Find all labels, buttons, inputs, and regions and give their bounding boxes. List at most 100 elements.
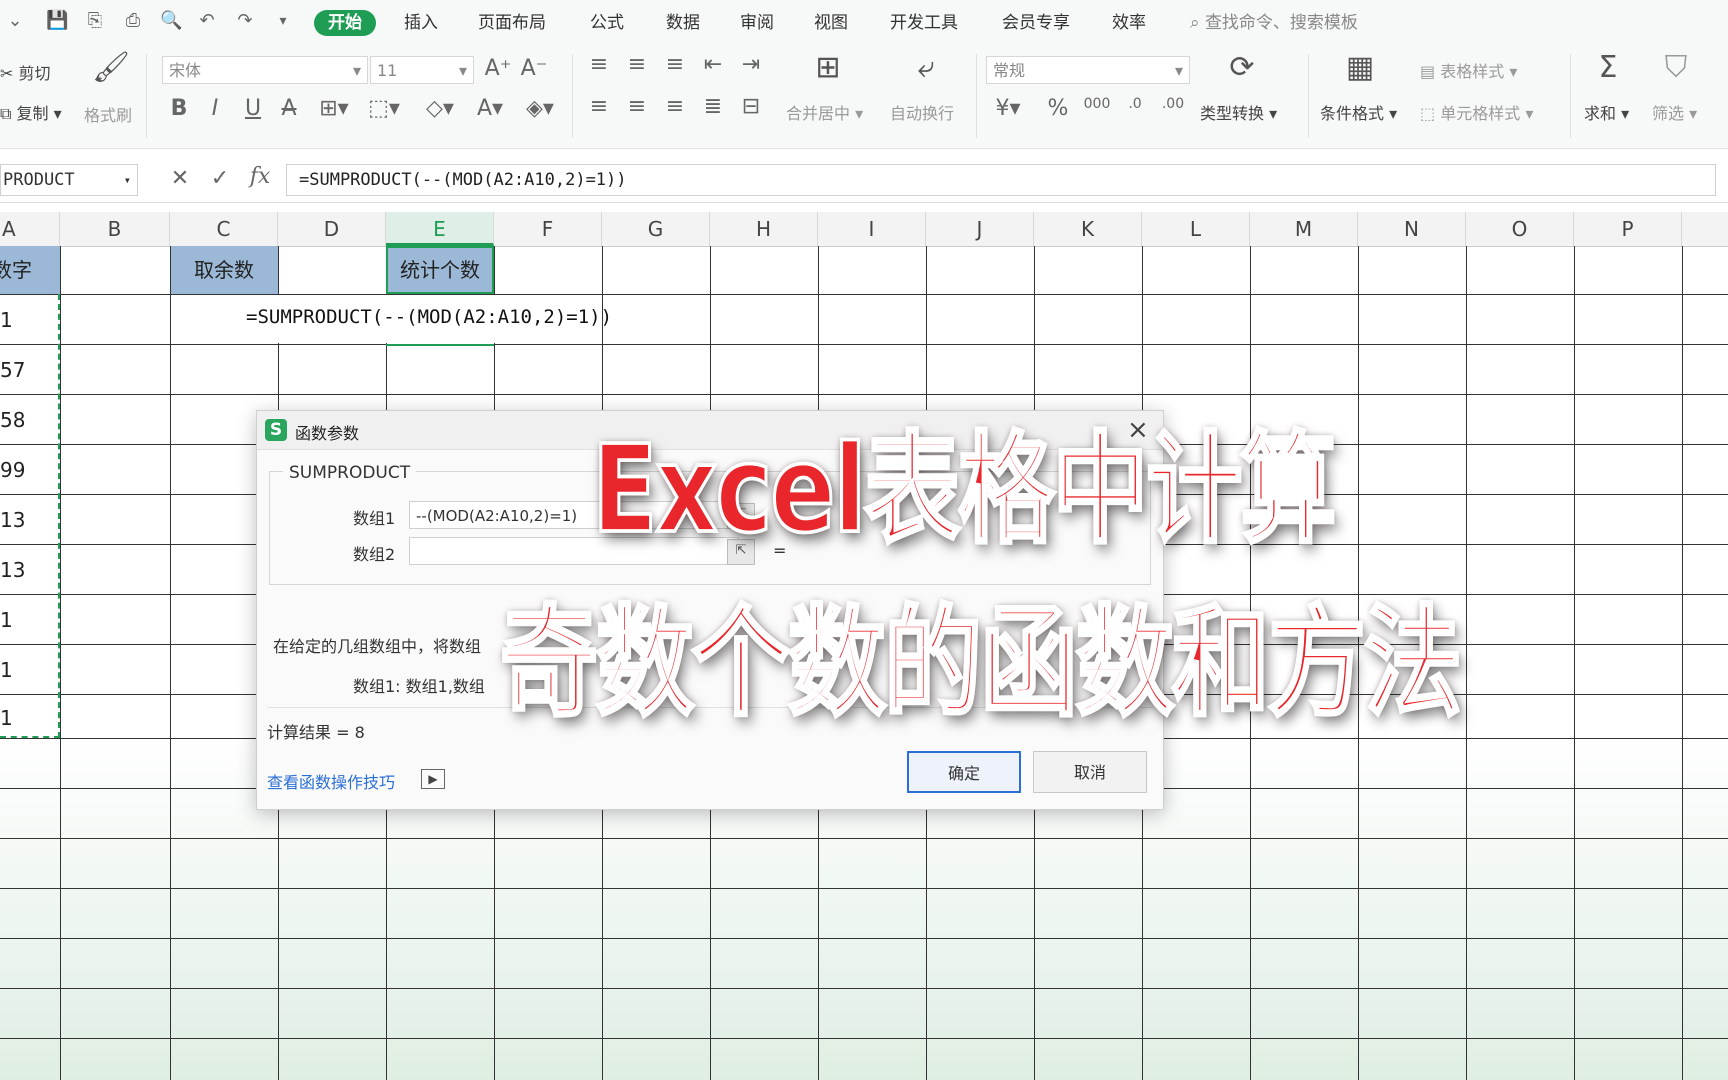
tab-view[interactable]: 视图 [814, 10, 848, 36]
align-right-icon[interactable]: ≡ [660, 94, 690, 119]
export-icon[interactable]: ⎘ [84, 10, 106, 32]
tab-efficiency[interactable]: 效率 [1112, 10, 1146, 36]
strikethrough-icon[interactable]: A [276, 96, 302, 121]
percent-icon[interactable]: % [1044, 96, 1072, 121]
copy-icon: ⧉ [0, 104, 12, 123]
cell-style-button[interactable]: ⬚ 单元格样式 ▾ [1420, 100, 1533, 124]
cancel-icon[interactable]: ✕ [166, 166, 194, 191]
column-header[interactable]: C [170, 212, 278, 246]
font-color-icon[interactable]: A▾ [470, 96, 510, 121]
align-top-icon[interactable]: ≡ [584, 52, 614, 77]
wrap-text-button[interactable]: 自动换行 [890, 100, 954, 124]
justify-icon[interactable]: ≣ [698, 94, 728, 119]
grid-line [1466, 246, 1467, 1080]
align-left-icon[interactable]: ≡ [584, 94, 614, 119]
save-icon[interactable]: 💾 [46, 10, 68, 32]
table-style-button[interactable]: ▤ 表格样式 ▾ [1420, 58, 1517, 82]
insert-function-icon[interactable]: fx [244, 164, 276, 189]
conditional-format-button[interactable]: 条件格式 ▾ [1320, 100, 1397, 124]
bold-icon[interactable]: B [166, 96, 192, 121]
column-header[interactable]: G [602, 212, 710, 246]
copy-button[interactable]: ⧉ 复制 ▾ [0, 100, 62, 124]
indent-increase-icon[interactable]: ⇥ [736, 52, 766, 77]
column-header[interactable]: A [0, 212, 60, 246]
tab-data[interactable]: 数据 [666, 10, 700, 36]
border-icon[interactable]: ⊞▾ [314, 96, 354, 121]
overlay-caption-line1: Excel表格中计算 [590, 418, 1337, 562]
column-header[interactable]: I [818, 212, 926, 246]
column-header[interactable]: O [1466, 212, 1574, 246]
sum-button[interactable]: 求和 ▾ [1584, 100, 1629, 124]
cell-style-fill-icon[interactable]: ⬚▾ [364, 96, 404, 121]
column-header[interactable]: D [278, 212, 386, 246]
column-header[interactable]: F [494, 212, 602, 246]
grid-line [0, 344, 1728, 345]
column-header[interactable]: N [1358, 212, 1466, 246]
font-size-select[interactable]: 11 ▾ [370, 56, 474, 84]
redo-icon[interactable]: ↷ [234, 10, 256, 32]
column-header[interactable]: K [1034, 212, 1142, 246]
customize-toolbar-icon[interactable]: ▾ [272, 10, 294, 32]
column-header[interactable]: H [710, 212, 818, 246]
column-headers: A B C D E F G H I J K L M N O P [0, 212, 1728, 247]
command-search[interactable]: ⌕ 查找命令、搜索模板 [1190, 10, 1358, 36]
video-tutorial-icon[interactable]: ▶ [421, 769, 445, 789]
tab-member[interactable]: 会员专享 [1002, 10, 1070, 36]
name-box[interactable]: PRODUCT ▾ [0, 164, 138, 196]
decrease-font-icon[interactable]: A⁻ [520, 56, 548, 81]
arg2-label: 数组2 [353, 545, 396, 564]
print-icon[interactable]: ⎙ [122, 10, 144, 32]
number-format-select[interactable]: 常规 ▾ [986, 56, 1190, 84]
align-center-icon[interactable]: ≡ [622, 94, 652, 119]
brush-icon: 🖌 [92, 50, 131, 85]
column-header[interactable]: P [1574, 212, 1682, 246]
currency-icon[interactable]: ¥▾ [990, 96, 1026, 121]
overlay-caption-line2: 奇数个数的函数和方法 [498, 592, 1463, 735]
cut-button[interactable]: ✂ 剪切 [0, 60, 51, 84]
underline-icon[interactable]: U [240, 96, 266, 121]
format-painter-button[interactable]: 格式刷 [84, 102, 132, 126]
chevron-down-icon: ▾ [123, 173, 131, 187]
undo-icon[interactable]: ↶ [196, 10, 218, 32]
column-header-selected[interactable]: E [386, 212, 494, 246]
distribute-icon[interactable]: ⊟ [736, 94, 766, 119]
column-header[interactable]: J [926, 212, 1034, 246]
cell-a1[interactable]: 数字 [0, 246, 60, 294]
increase-decimal-icon[interactable]: .0 [1118, 96, 1152, 112]
decrease-decimal-icon[interactable]: .00 [1156, 96, 1190, 112]
tab-home[interactable]: 开始 [314, 10, 376, 36]
tab-review[interactable]: 审阅 [740, 10, 774, 36]
formula-input[interactable]: =SUMPRODUCT(--(MOD(A2:A10,2)=1)) [286, 164, 1716, 196]
indent-decrease-icon[interactable]: ⇤ [698, 52, 728, 77]
thousands-separator-icon[interactable]: 000 [1080, 96, 1114, 112]
chevron-down-icon: ▾ [352, 61, 361, 80]
filter-button[interactable]: 筛选 ▾ [1652, 100, 1697, 124]
column-header[interactable]: L [1142, 212, 1250, 246]
merge-center-label: 合并居中 [786, 104, 851, 123]
print-preview-icon[interactable]: 🔍 [160, 10, 182, 32]
grid-line [0, 838, 1728, 839]
fill-color-icon[interactable]: ◇▾ [420, 96, 460, 121]
tab-developer[interactable]: 开发工具 [890, 10, 958, 36]
merge-center-button[interactable]: 合并居中 ▾ [786, 100, 863, 124]
column-header[interactable]: B [60, 212, 170, 246]
cell-c1[interactable]: 取余数 [170, 246, 278, 294]
type-convert-button[interactable]: 类型转换 ▾ [1200, 100, 1277, 124]
italic-icon[interactable]: I [202, 96, 228, 121]
chevron-down-icon[interactable]: ⌄ [4, 10, 26, 32]
align-middle-icon[interactable]: ≡ [622, 52, 652, 77]
filter-icon: ⛉ [1664, 50, 1688, 85]
tab-page-layout[interactable]: 页面布局 [478, 10, 546, 36]
tab-formulas[interactable]: 公式 [590, 10, 624, 36]
font-name-select[interactable]: 宋体 ▾ [162, 56, 368, 84]
chevron-down-icon: ▾ [458, 61, 467, 80]
increase-font-icon[interactable]: A⁺ [484, 56, 512, 81]
clear-format-icon[interactable]: ◈▾ [520, 96, 560, 121]
column-header[interactable]: M [1250, 212, 1358, 246]
cancel-button[interactable]: 取消 [1033, 751, 1147, 793]
function-help-link[interactable]: 查看函数操作技巧 [267, 769, 395, 793]
ok-button[interactable]: 确定 [907, 751, 1021, 793]
align-bottom-icon[interactable]: ≡ [660, 52, 690, 77]
tab-insert[interactable]: 插入 [404, 10, 438, 36]
confirm-icon[interactable]: ✓ [206, 166, 234, 191]
